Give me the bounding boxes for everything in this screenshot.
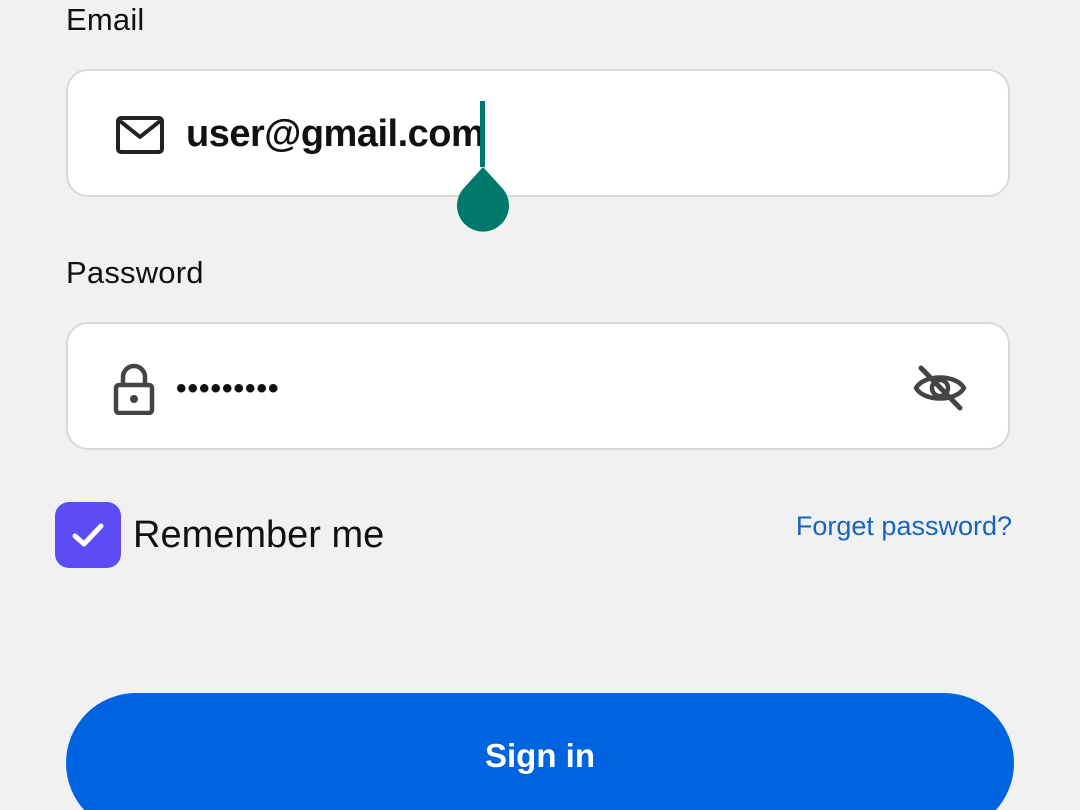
- remember-me-checkbox[interactable]: [55, 502, 121, 568]
- eye-off-icon[interactable]: [912, 362, 968, 414]
- text-cursor: [480, 101, 485, 167]
- lock-icon: [112, 362, 156, 416]
- sign-in-form: Email user@gmail.com Password •••••••••: [0, 0, 1080, 810]
- email-label: Email: [66, 2, 145, 37]
- sign-in-button[interactable]: Sign in: [66, 693, 1014, 810]
- password-label: Password: [66, 255, 204, 290]
- mail-icon: [114, 113, 166, 157]
- email-input-value[interactable]: user@gmail.com: [186, 113, 485, 156]
- remember-me-label[interactable]: Remember me: [133, 514, 384, 557]
- cursor-handle[interactable]: [454, 165, 512, 235]
- email-field[interactable]: user@gmail.com: [66, 69, 1010, 197]
- password-input-value[interactable]: •••••••••: [176, 372, 280, 406]
- forgot-password-link[interactable]: Forget password?: [796, 511, 1012, 542]
- check-icon: [72, 523, 104, 547]
- password-field[interactable]: •••••••••: [66, 322, 1010, 450]
